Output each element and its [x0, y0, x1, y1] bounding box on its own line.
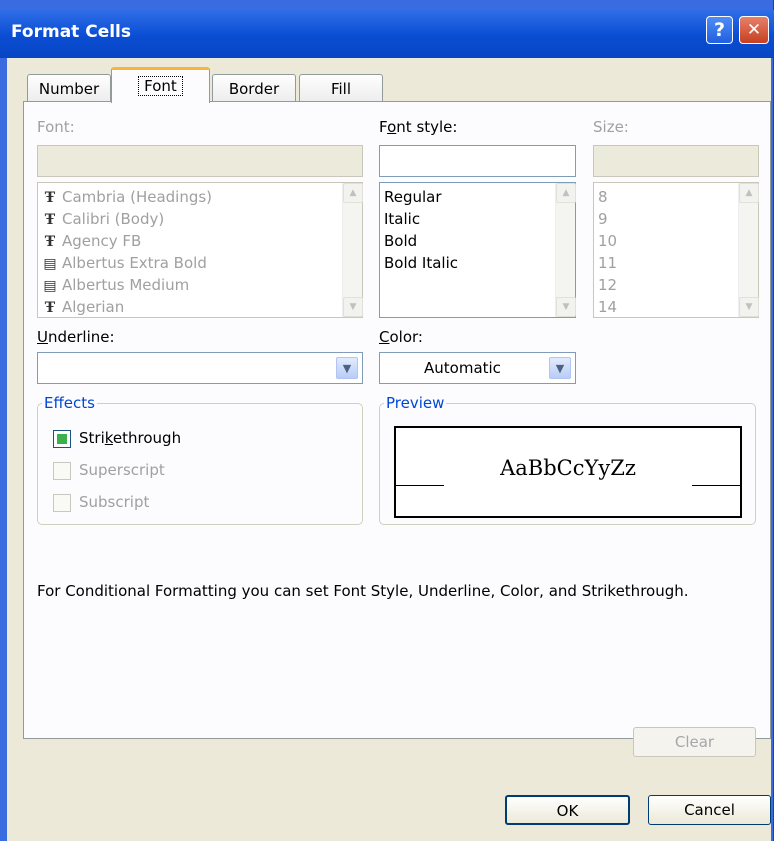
subscript-label: Subscript [79, 493, 150, 511]
size-item: 8 [598, 188, 608, 206]
font-input [37, 145, 363, 177]
checkbox-box [53, 462, 71, 480]
superscript-label: Superscript [79, 461, 165, 479]
font-label: Font: [37, 118, 75, 136]
size-item: 12 [598, 276, 618, 294]
scroll-up-icon[interactable]: ▲ [556, 183, 576, 203]
truetype-icon: Ŧ [44, 300, 56, 316]
font-style-item[interactable]: Regular [384, 186, 544, 208]
ok-button[interactable]: OK [505, 795, 630, 825]
help-button[interactable]: ? [706, 16, 733, 44]
tab-fill[interactable]: Fill [299, 74, 383, 103]
font-style-list[interactable]: Regular Italic Bold Bold Italic ▲ ▼ [379, 182, 576, 318]
superscript-checkbox: Superscript [53, 460, 253, 482]
font-list-item: ▤ Albertus Extra Bold [42, 252, 332, 274]
preview-legend: Preview [386, 394, 445, 412]
size-list: 8 9 10 11 12 14 ▲ ▼ [593, 182, 759, 318]
truetype-icon: Ŧ [44, 234, 56, 250]
effects-legend: Effects [44, 394, 95, 412]
size-label: Size: [593, 118, 629, 136]
chevron-down-icon[interactable]: ▼ [336, 357, 358, 379]
scroll-down-icon[interactable]: ▼ [556, 297, 576, 317]
font-list-items: Ŧ Cambria (Headings) Ŧ Calibri (Body) Ŧ Age… [42, 186, 332, 318]
size-list-items: 8 9 10 11 12 14 [598, 186, 718, 318]
font-list-item: Ŧ Cambria (Headings) [42, 186, 332, 208]
preview-baseline-right [692, 485, 740, 486]
clear-button[interactable]: Clear [633, 727, 756, 757]
checkbox-box [53, 494, 71, 512]
size-list-scrollbar: ▲ ▼ [738, 183, 759, 317]
font-list-scrollbar: ▲ ▼ [342, 183, 363, 317]
tab-font[interactable]: Font [111, 67, 210, 103]
size-input [593, 145, 759, 177]
printer-font-icon: ▤ [43, 256, 57, 272]
underline-dropdown[interactable]: ▼ [37, 352, 363, 384]
chevron-down-icon[interactable]: ▼ [549, 357, 571, 379]
strikethrough-label: Strikethrough [79, 429, 182, 447]
font-list-item: ▤ Albertus Medium [42, 274, 332, 296]
font-style-scrollbar[interactable]: ▲ ▼ [555, 183, 576, 317]
size-item: 10 [598, 232, 618, 250]
tab-number[interactable]: Number [27, 74, 111, 103]
size-item: 9 [598, 210, 608, 228]
subscript-checkbox: Subscript [53, 492, 253, 514]
color-value: Automatic [424, 359, 501, 377]
font-style-item[interactable]: Bold Italic [384, 252, 544, 274]
tab-font-label: Font [138, 76, 183, 96]
scroll-down-icon: ▼ [739, 297, 759, 317]
scroll-up-icon: ▲ [739, 183, 759, 203]
preview-baseline-left [396, 485, 444, 486]
scroll-down-icon: ▼ [343, 297, 363, 317]
font-list: Ŧ Cambria (Headings) Ŧ Calibri (Body) Ŧ Age… [37, 182, 363, 318]
close-button[interactable]: ✕ [739, 16, 769, 44]
size-item: 14 [598, 298, 618, 316]
font-list-item: Ŧ Calibri (Body) [42, 208, 332, 230]
close-icon: ✕ [746, 20, 762, 40]
font-style-list-items: Regular Italic Bold Bold Italic [384, 186, 544, 274]
font-list-item: Ŧ Algerian [42, 296, 332, 318]
preview-box: AaBbCcYyZz [394, 426, 742, 518]
truetype-icon: Ŧ [44, 212, 56, 228]
checkbox-box[interactable] [53, 430, 71, 448]
font-style-item[interactable]: Bold [384, 230, 544, 252]
font-style-item[interactable]: Italic [384, 208, 544, 230]
font-style-input[interactable] [379, 145, 576, 177]
font-list-item: Ŧ Agency FB [42, 230, 332, 252]
printer-font-icon: ▤ [43, 278, 57, 294]
color-dropdown[interactable]: Automatic ▼ [379, 352, 576, 384]
help-icon: ? [713, 19, 726, 41]
truetype-icon: Ŧ [44, 190, 56, 206]
checkbox-mark [57, 434, 67, 444]
window-title: Format Cells [11, 22, 131, 42]
preview-sample: AaBbCcYyZz [500, 456, 636, 480]
color-label: Color: [379, 328, 423, 346]
underline-label: Underline: [37, 328, 115, 346]
size-item: 11 [598, 254, 618, 272]
font-style-label: Font style: [379, 118, 458, 136]
conditional-formatting-note: For Conditional Formatting you can set F… [37, 582, 689, 600]
cancel-button[interactable]: Cancel [648, 795, 771, 825]
tab-border[interactable]: Border [212, 74, 296, 103]
strikethrough-checkbox[interactable]: Strikethrough [53, 428, 253, 450]
scroll-up-icon: ▲ [343, 183, 363, 203]
